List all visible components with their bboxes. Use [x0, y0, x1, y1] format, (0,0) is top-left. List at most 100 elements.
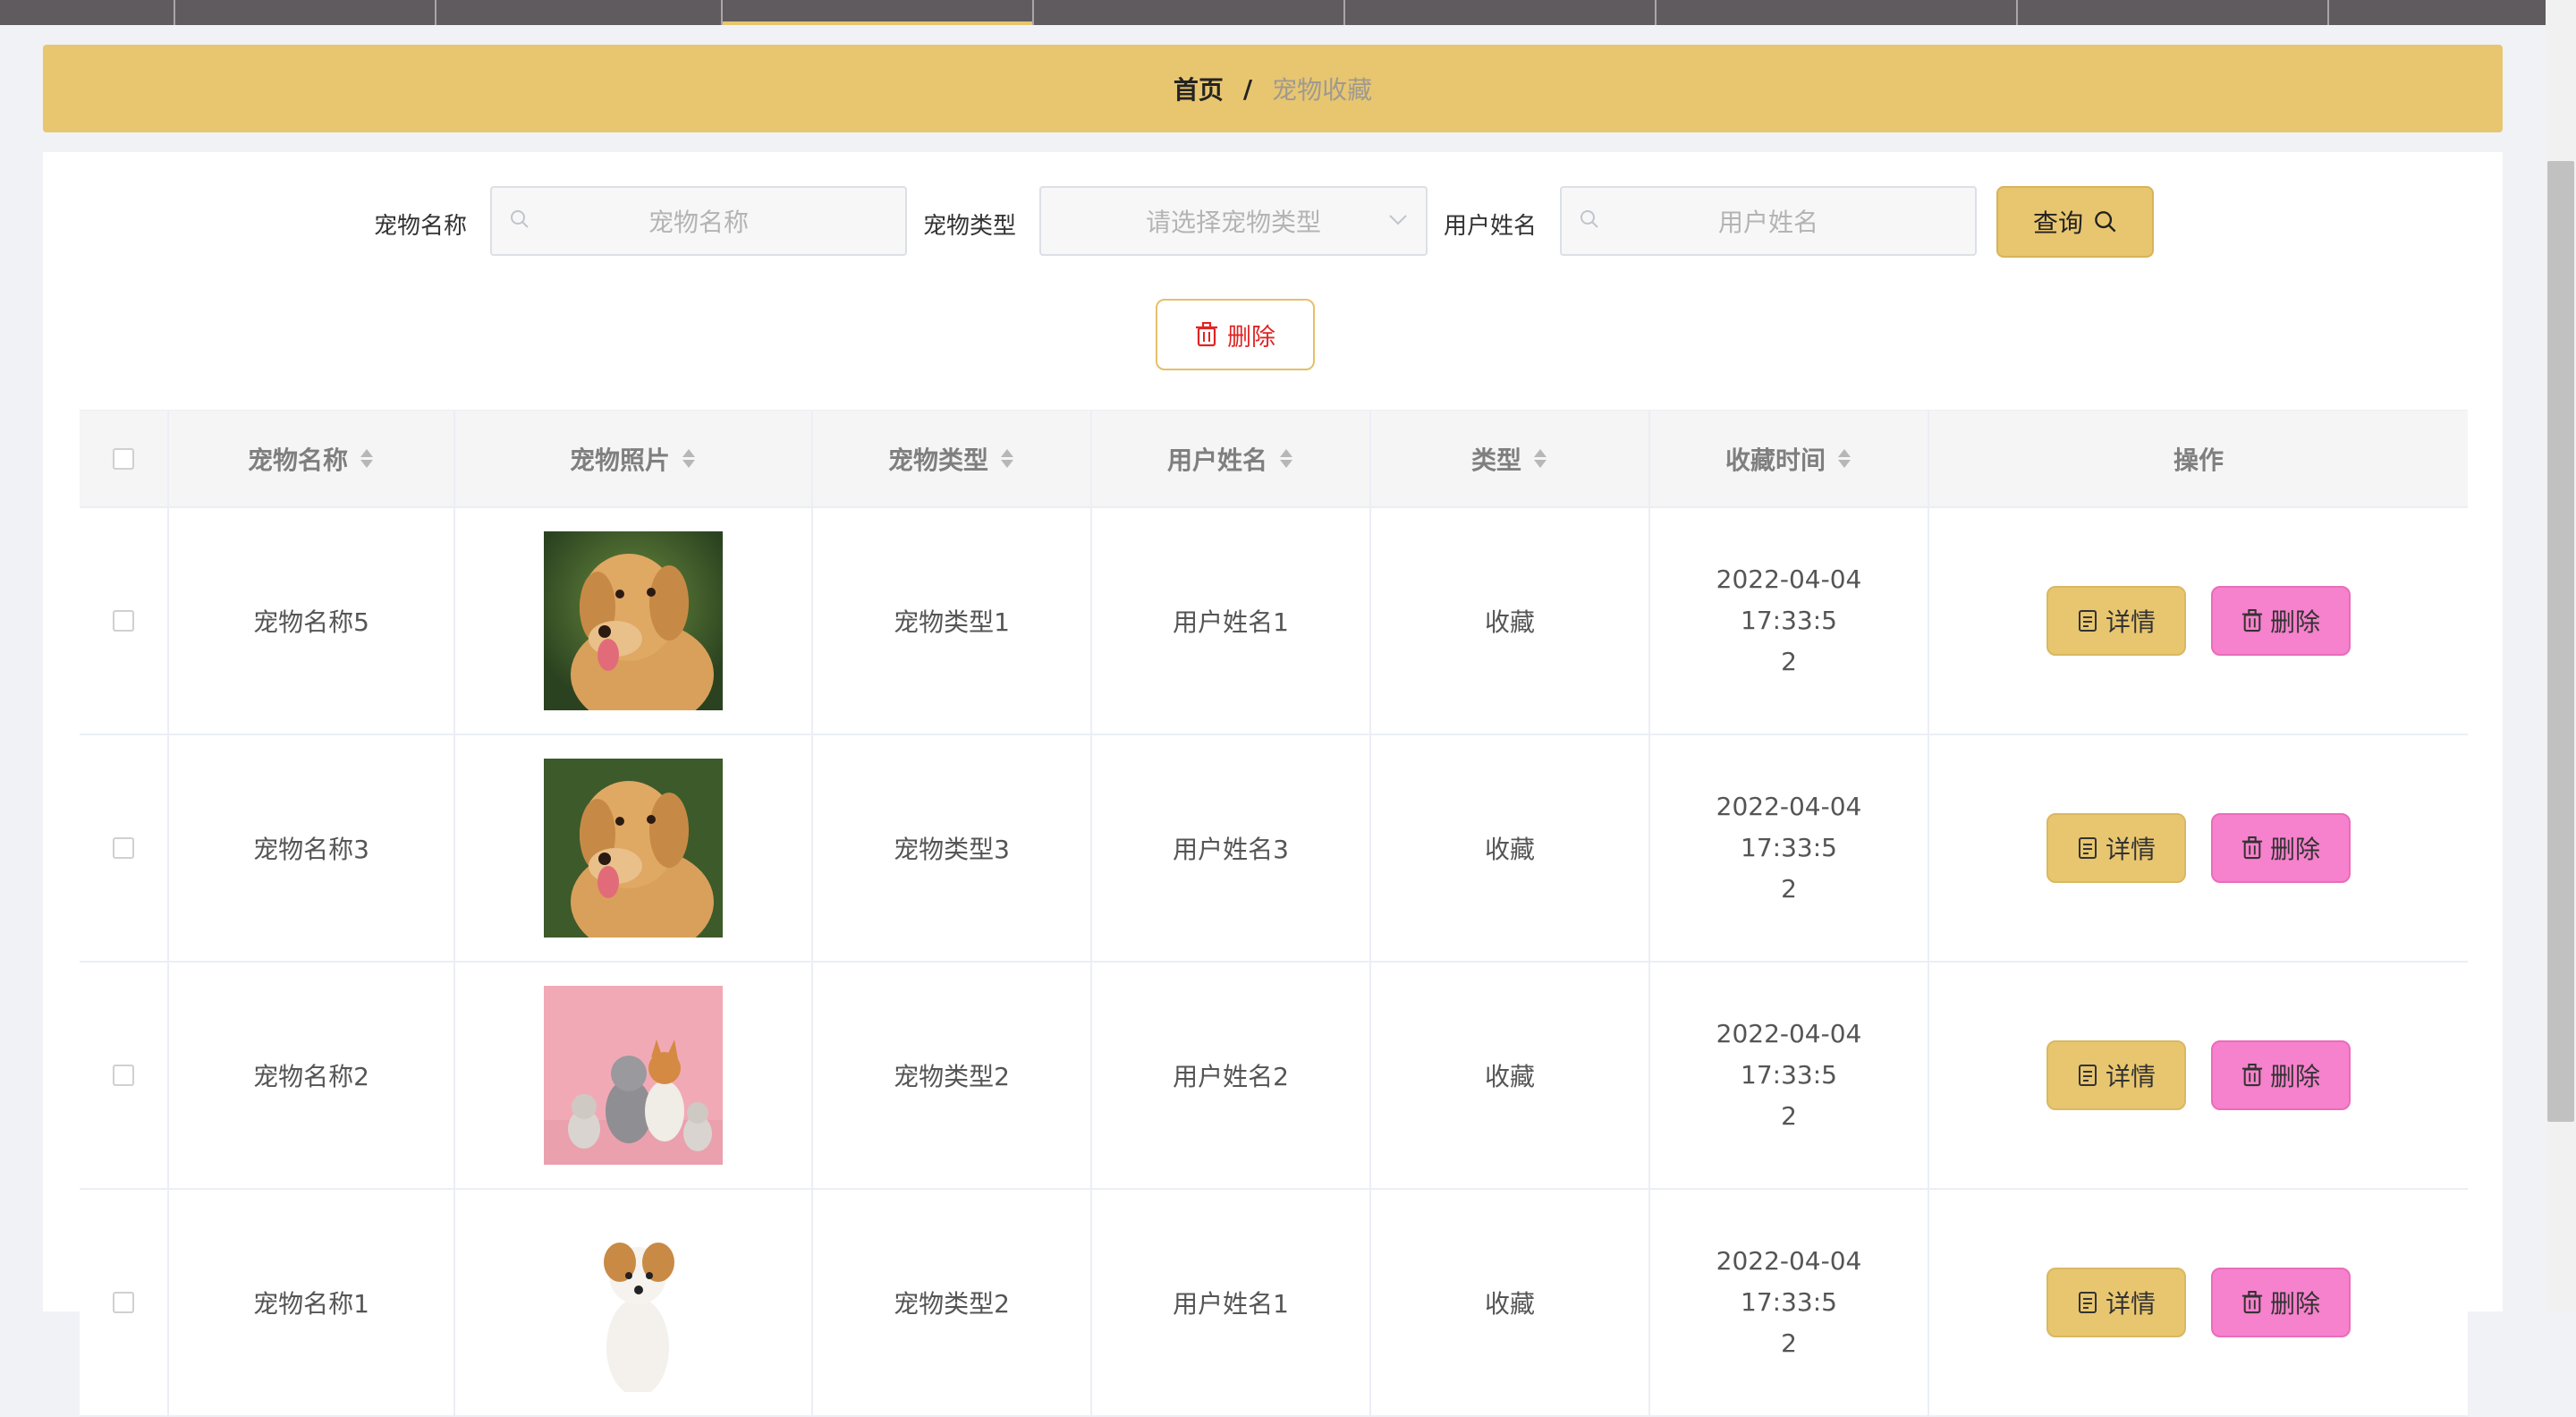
sort-icon[interactable]: [681, 447, 697, 471]
pet-type-cell: 宠物类型2: [813, 963, 1092, 1188]
select-all-checkbox[interactable]: [113, 447, 134, 470]
breadcrumb-home[interactable]: 首页: [1174, 71, 1224, 106]
row-checkbox[interactable]: [113, 1065, 134, 1086]
row-delete-button-label: 删除: [2269, 1062, 2320, 1091]
row-checkbox[interactable]: [113, 1292, 134, 1313]
row-select-cell: [80, 735, 169, 961]
nav-active-indicator: [723, 21, 1032, 25]
header-type-label: 类型: [1470, 445, 1521, 475]
row-delete-button-label: 删除: [2269, 1289, 2320, 1319]
batch-delete-label: 删除: [1227, 323, 1275, 352]
fav-time-cell: 2022-04-04 17:33:5 2: [1650, 963, 1929, 1188]
pet-name-placeholder: 宠物名称: [648, 208, 749, 237]
header-pet-photo-label: 宠物照片: [569, 445, 670, 475]
header-fav-time[interactable]: 收藏时间: [1650, 411, 1929, 506]
table-row: 宠物名称2 宠物类型2 用户姓名2 收藏 2022-04-04 17:33:5 …: [80, 963, 2468, 1190]
scrollbar-thumb[interactable]: [2547, 161, 2574, 1122]
detail-button-label: 详情: [2105, 1062, 2156, 1091]
document-icon: [2078, 1065, 2097, 1086]
query-button-label: 查询: [2032, 208, 2083, 238]
pet-name-input[interactable]: 宠物名称: [490, 186, 907, 256]
nav-divider: [1032, 0, 1034, 25]
fav-time-line1: 2022-04-04 17:33:5: [1716, 1019, 1862, 1090]
nav-divider: [2016, 0, 2018, 25]
fav-time-line2: 2: [1781, 647, 1797, 676]
row-delete-button[interactable]: 删除: [2211, 1040, 2351, 1110]
header-pet-type-label: 宠物类型: [887, 445, 988, 475]
row-checkbox[interactable]: [113, 837, 134, 859]
user-name-cell: 用户姓名3: [1092, 735, 1371, 961]
row-delete-button[interactable]: 删除: [2211, 586, 2351, 656]
breadcrumb-separator: /: [1242, 73, 1253, 104]
row-select-cell: [80, 508, 169, 734]
row-delete-button-label: 删除: [2269, 835, 2320, 864]
actions-cell: 详情 删除: [1929, 963, 2468, 1188]
sort-icon[interactable]: [1836, 447, 1852, 471]
pet-photo-cell: [455, 508, 813, 734]
sort-icon[interactable]: [999, 447, 1015, 471]
actions-cell: 详情 删除: [1929, 735, 2468, 961]
document-icon: [2078, 610, 2097, 632]
sort-icon[interactable]: [359, 447, 375, 471]
type-cell: 收藏: [1371, 963, 1650, 1188]
header-actions-label: 操作: [2173, 445, 2224, 475]
table-row: 宠物名称3 宠物类型3 用户姓名3 收藏 2022-04-04 17:33:5 …: [80, 735, 2468, 963]
pet-type-select[interactable]: 请选择宠物类型: [1039, 186, 1428, 256]
search-icon: [1580, 210, 1598, 228]
document-icon: [2078, 837, 2097, 859]
pet-type-cell: 宠物类型3: [813, 735, 1092, 961]
detail-button[interactable]: 详情: [2046, 813, 2186, 883]
detail-button[interactable]: 详情: [2046, 586, 2186, 656]
fav-time-line2: 2: [1781, 1328, 1797, 1358]
detail-button-label: 详情: [2105, 835, 2156, 864]
fav-time-cell: 2022-04-04 17:33:5 2: [1650, 735, 1929, 961]
nav-divider: [1655, 0, 1657, 25]
row-delete-button[interactable]: 删除: [2211, 813, 2351, 883]
row-checkbox[interactable]: [113, 610, 134, 632]
header-pet-type[interactable]: 宠物类型: [813, 411, 1092, 506]
pet-photo-golden-retriever[interactable]: [544, 531, 723, 710]
header-type[interactable]: 类型: [1371, 411, 1650, 506]
pet-photo-cell: [455, 735, 813, 961]
fav-time-line1: 2022-04-04 17:33:5: [1716, 792, 1862, 862]
pet-type-placeholder: 请选择宠物类型: [1145, 208, 1321, 237]
detail-button[interactable]: 详情: [2046, 1268, 2186, 1337]
sort-icon[interactable]: [1278, 447, 1294, 471]
breadcrumb: 首页 / 宠物收藏: [43, 45, 2503, 132]
pet-type-label: 宠物类型: [923, 213, 1017, 240]
pet-name-cell: 宠物名称5: [169, 508, 455, 734]
batch-delete-button[interactable]: 删除: [1156, 299, 1315, 370]
actions-cell: 详情 删除: [1929, 508, 2468, 734]
nav-divider: [1343, 0, 1345, 25]
user-name-input[interactable]: 用户姓名: [1560, 186, 1977, 256]
header-pet-photo[interactable]: 宠物照片: [455, 411, 813, 506]
header-pet-name[interactable]: 宠物名称: [169, 411, 455, 506]
chevron-down-icon: [1389, 215, 1407, 225]
header-pet-name-label: 宠物名称: [247, 445, 348, 475]
table-row: 宠物名称5 宠物类型1 用户姓名1 收藏 2022-04-04 17:33:5 …: [80, 508, 2468, 735]
header-fav-time-label: 收藏时间: [1724, 445, 1826, 475]
detail-button-label: 详情: [2105, 1289, 2156, 1319]
pet-photo-pets-on-pink[interactable]: [544, 986, 723, 1165]
pet-photo-cell: [455, 963, 813, 1188]
pet-photo-golden-retriever[interactable]: [544, 759, 723, 938]
header-user-name-label: 用户姓名: [1166, 445, 1267, 475]
pet-type-cell: 宠物类型1: [813, 508, 1092, 734]
pet-name-cell: 宠物名称3: [169, 735, 455, 961]
actions-cell: 详情 删除: [1929, 1190, 2468, 1415]
row-delete-button[interactable]: 删除: [2211, 1268, 2351, 1337]
header-user-name[interactable]: 用户姓名: [1092, 411, 1371, 506]
sort-icon[interactable]: [1532, 447, 1548, 471]
trash-icon: [2241, 1064, 2263, 1087]
pet-name-label: 宠物名称: [374, 213, 468, 240]
query-button[interactable]: 查询: [1996, 186, 2154, 258]
type-cell: 收藏: [1371, 1190, 1650, 1415]
user-name-cell: 用户姓名2: [1092, 963, 1371, 1188]
nav-divider: [435, 0, 436, 25]
pet-photo-small-dog[interactable]: [544, 1213, 723, 1392]
detail-button[interactable]: 详情: [2046, 1040, 2186, 1110]
table-row: 宠物名称1 宠物类型2 用户姓名1 收藏 2022-04-04 17:33:5 …: [80, 1190, 2468, 1417]
document-icon: [2078, 1292, 2097, 1313]
user-name-cell: 用户姓名1: [1092, 508, 1371, 734]
header-select-all: [80, 411, 169, 506]
